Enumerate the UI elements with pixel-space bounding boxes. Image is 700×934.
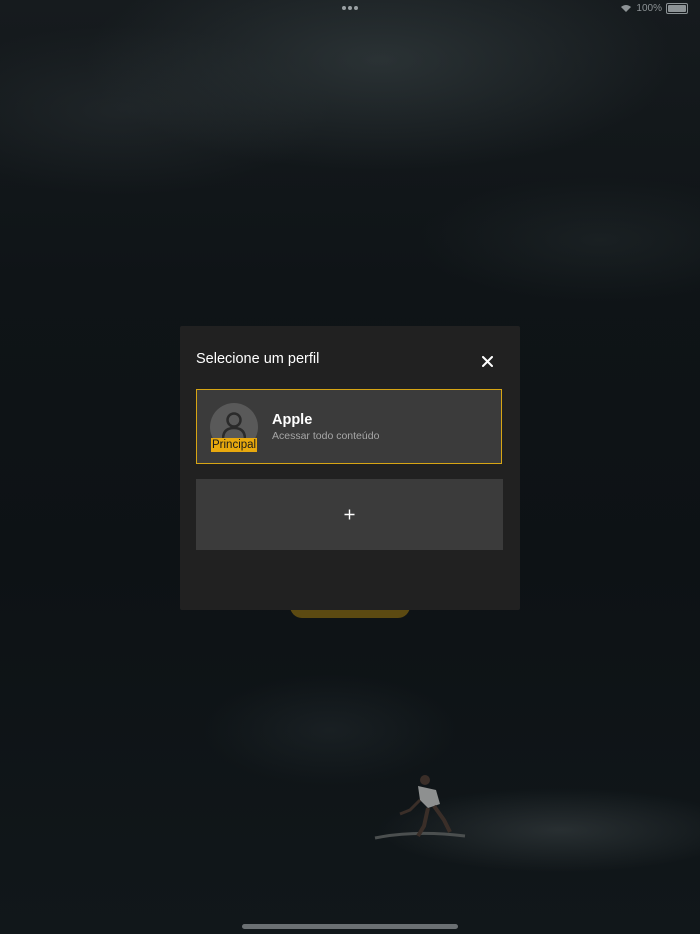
close-button[interactable]	[476, 350, 498, 372]
home-indicator[interactable]	[242, 924, 458, 929]
status-indicators: 100%	[620, 3, 688, 14]
add-profile-button[interactable]	[196, 479, 503, 550]
profile-subtitle: Acessar todo conteúdo	[272, 430, 380, 442]
plus-icon	[344, 509, 355, 520]
surfer-image	[374, 775, 466, 840]
profile-name: Apple	[272, 412, 313, 428]
profile-badge: Principal	[211, 438, 258, 452]
battery-icon	[666, 3, 688, 14]
modal-title: Selecione um perfil	[196, 351, 320, 367]
close-icon	[481, 355, 493, 367]
profile-card-apple[interactable]: Principal Apple Acessar todo conteúdo	[196, 389, 502, 464]
profile-select-modal: Selecione um perfil Principal Apple Aces…	[180, 326, 520, 610]
multitasking-dots-icon[interactable]	[342, 6, 358, 10]
wifi-icon	[620, 4, 632, 13]
battery-text: 100%	[636, 3, 662, 14]
user-icon	[222, 412, 246, 440]
status-bar: 100%	[0, 0, 700, 18]
